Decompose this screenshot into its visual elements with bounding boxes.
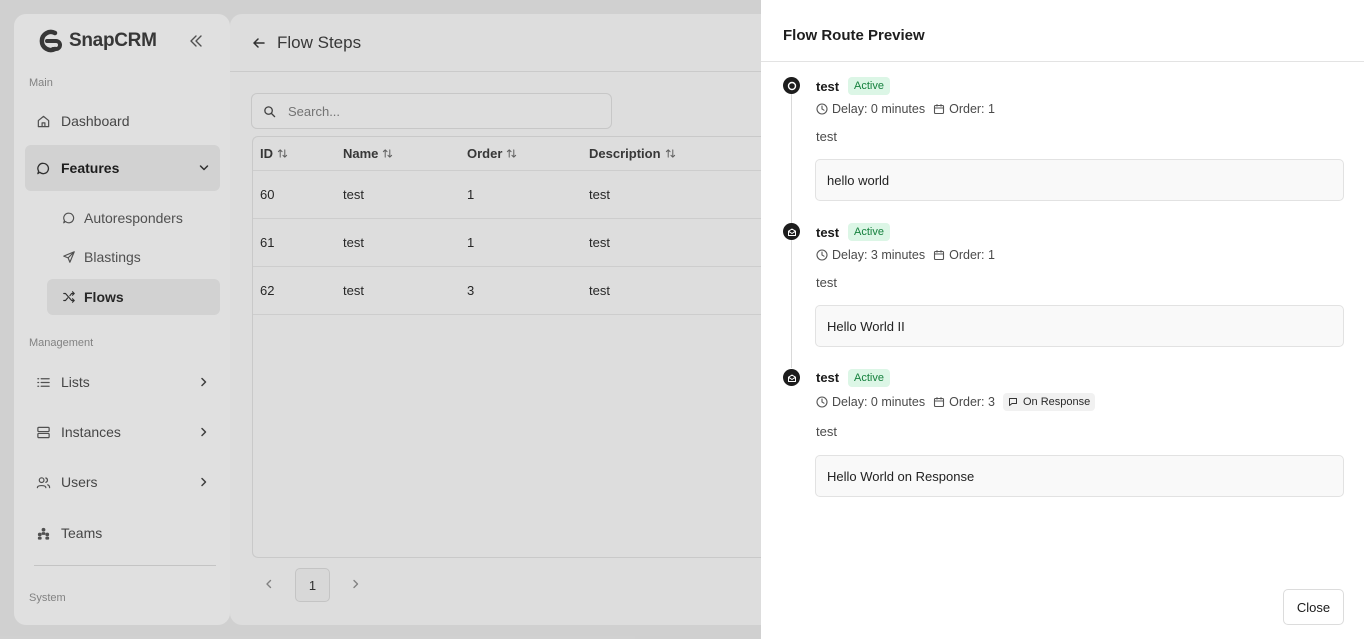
- step-message: Hello World II: [815, 305, 1344, 347]
- timeline-dot: [783, 369, 800, 386]
- panel-header: Flow Route Preview: [761, 0, 1364, 62]
- mail-open-icon: [787, 374, 796, 382]
- timeline-dot: [783, 223, 800, 240]
- step-delay: Delay: 3 minutes: [832, 248, 926, 262]
- trigger-label: On Response: [1022, 396, 1091, 408]
- status-badge: Active: [848, 369, 890, 387]
- clock-icon: [816, 103, 828, 115]
- step-message: Hello World on Response: [815, 455, 1344, 497]
- step-message: hello world: [815, 159, 1344, 201]
- step-order: Order: 1: [949, 248, 995, 262]
- message-square-icon: [1008, 398, 1017, 406]
- step-description: test: [816, 424, 837, 439]
- step-description: test: [816, 275, 837, 290]
- step-name: test: [816, 79, 840, 94]
- panel-title: Flow Route Preview: [783, 27, 925, 44]
- step-meta: Delay: 0 minutes Order: 1: [816, 101, 995, 117]
- step-meta: Delay: 0 minutes Order: 3 On Response: [816, 393, 1096, 411]
- calendar-icon: [934, 250, 945, 261]
- close-button[interactable]: Close: [1283, 589, 1344, 625]
- timeline-dot: [783, 77, 800, 94]
- step-delay: Delay: 0 minutes: [832, 395, 926, 409]
- mail-open-icon: [787, 228, 796, 236]
- step-order: Order: 1: [949, 102, 995, 116]
- step-name: test: [816, 370, 840, 385]
- step-name: test: [816, 225, 840, 240]
- flow-route-preview-panel: Flow Route Preview test Active Delay: 0 …: [761, 0, 1364, 639]
- step-meta: Delay: 3 minutes Order: 1: [816, 247, 995, 263]
- status-badge: Active: [848, 77, 890, 95]
- clock-icon: [816, 249, 828, 261]
- status-badge: Active: [848, 223, 890, 241]
- step-order: Order: 3: [949, 395, 995, 409]
- step-delay: Delay: 0 minutes: [832, 102, 926, 116]
- clock-icon: [816, 396, 828, 408]
- circle-icon: [787, 81, 796, 90]
- trigger-badge: On Response: [1002, 393, 1096, 411]
- calendar-icon: [934, 104, 945, 115]
- calendar-icon: [934, 397, 945, 408]
- step-description: test: [816, 129, 837, 144]
- modal-backdrop[interactable]: [0, 0, 761, 639]
